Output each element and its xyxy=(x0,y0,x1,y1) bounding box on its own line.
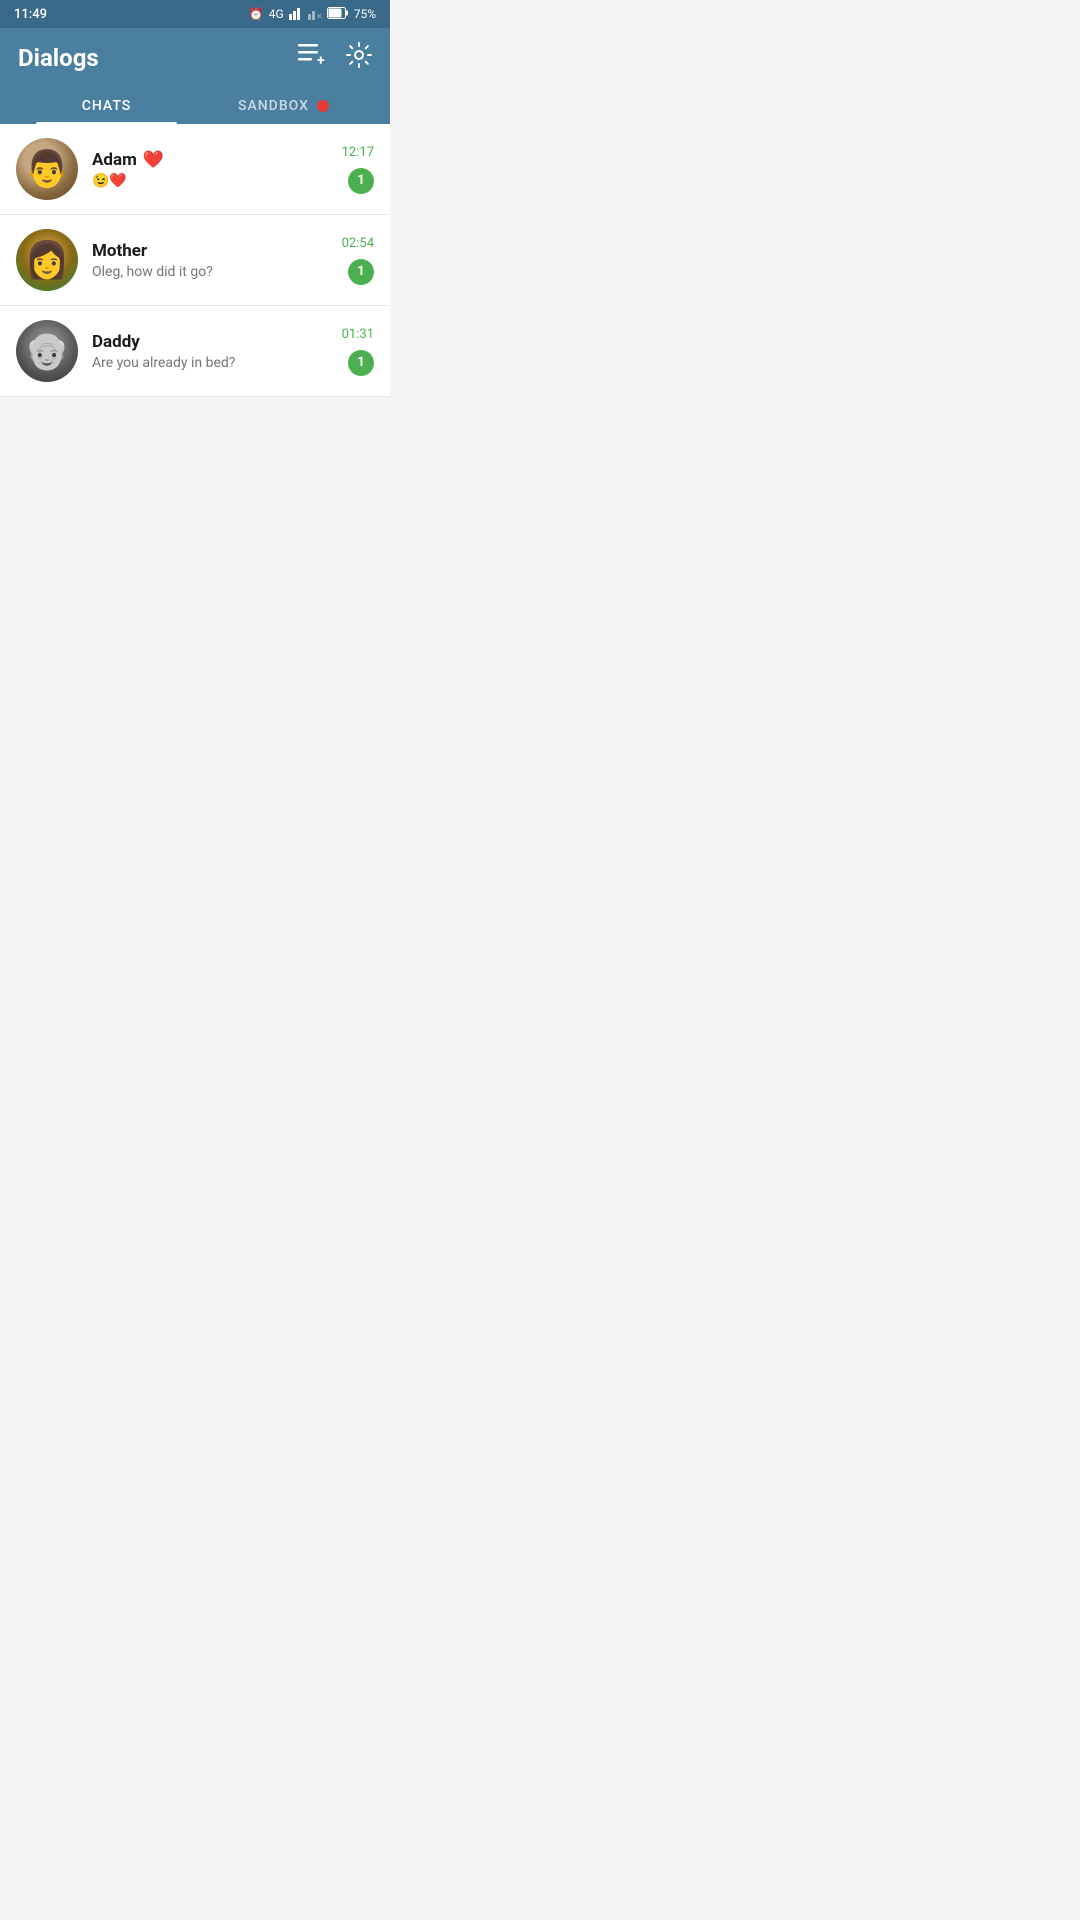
signal-icon xyxy=(289,6,303,23)
chat-info-adam: Adam ❤️ 😉❤️ xyxy=(92,150,328,189)
alarm-icon: ⏰ xyxy=(249,7,264,21)
status-icons: ⏰ 4G ✕ 75% xyxy=(249,6,376,23)
tab-chats[interactable]: CHATS xyxy=(18,88,195,124)
status-bar: 11:49 ⏰ 4G ✕ xyxy=(0,0,390,28)
avatar-mother xyxy=(16,229,78,291)
settings-button[interactable] xyxy=(346,42,372,74)
status-time: 11:49 xyxy=(14,7,47,22)
chat-time-mother: 02:54 xyxy=(342,236,374,251)
chat-name-mother: Mother xyxy=(92,241,328,261)
header-top: Dialogs + xyxy=(18,42,372,88)
chat-right-adam: 12:17 1 xyxy=(342,145,374,194)
tab-sandbox[interactable]: SANDBOX xyxy=(195,88,372,124)
chat-item-mother[interactable]: Mother Oleg, how did it go? 02:54 1 xyxy=(0,215,390,306)
header: Dialogs + CHATS xyxy=(0,28,390,124)
network-label: 4G xyxy=(269,7,284,21)
chat-time-adam: 12:17 xyxy=(342,145,374,160)
unread-badge-mother: 1 xyxy=(348,259,374,285)
adam-heart-emoji: ❤️ xyxy=(143,150,164,170)
new-chat-button[interactable]: + xyxy=(298,44,326,72)
chat-right-mother: 02:54 1 xyxy=(342,236,374,285)
chat-preview-mother: Oleg, how did it go? xyxy=(92,264,328,280)
chat-time-daddy: 01:31 xyxy=(342,327,374,342)
tabs: CHATS SANDBOX xyxy=(18,88,372,124)
chat-name-adam: Adam ❤️ xyxy=(92,150,328,170)
svg-text:✕: ✕ xyxy=(316,12,322,20)
signal-x-icon: ✕ xyxy=(308,6,322,23)
avatar-daddy xyxy=(16,320,78,382)
chat-list: Adam ❤️ 😉❤️ 12:17 1 Mother Oleg, how did… xyxy=(0,124,390,397)
page-title: Dialogs xyxy=(18,44,99,72)
avatar-adam xyxy=(16,138,78,200)
chat-preview-daddy: Are you already in bed? xyxy=(92,355,328,371)
unread-badge-adam: 1 xyxy=(348,168,374,194)
chat-preview-adam: 😉❤️ xyxy=(92,173,328,189)
chat-info-daddy: Daddy Are you already in bed? xyxy=(92,332,328,371)
unread-badge-daddy: 1 xyxy=(348,350,374,376)
header-actions: + xyxy=(298,42,372,74)
sandbox-notification-dot xyxy=(317,100,329,112)
battery-percent: 75% xyxy=(354,7,376,21)
chat-name-daddy: Daddy xyxy=(92,332,328,352)
chat-item-adam[interactable]: Adam ❤️ 😉❤️ 12:17 1 xyxy=(0,124,390,215)
battery-icon xyxy=(327,7,349,22)
chat-item-daddy[interactable]: Daddy Are you already in bed? 01:31 1 xyxy=(0,306,390,397)
chat-right-daddy: 01:31 1 xyxy=(342,327,374,376)
chat-info-mother: Mother Oleg, how did it go? xyxy=(92,241,328,280)
svg-text:+: + xyxy=(317,53,325,66)
